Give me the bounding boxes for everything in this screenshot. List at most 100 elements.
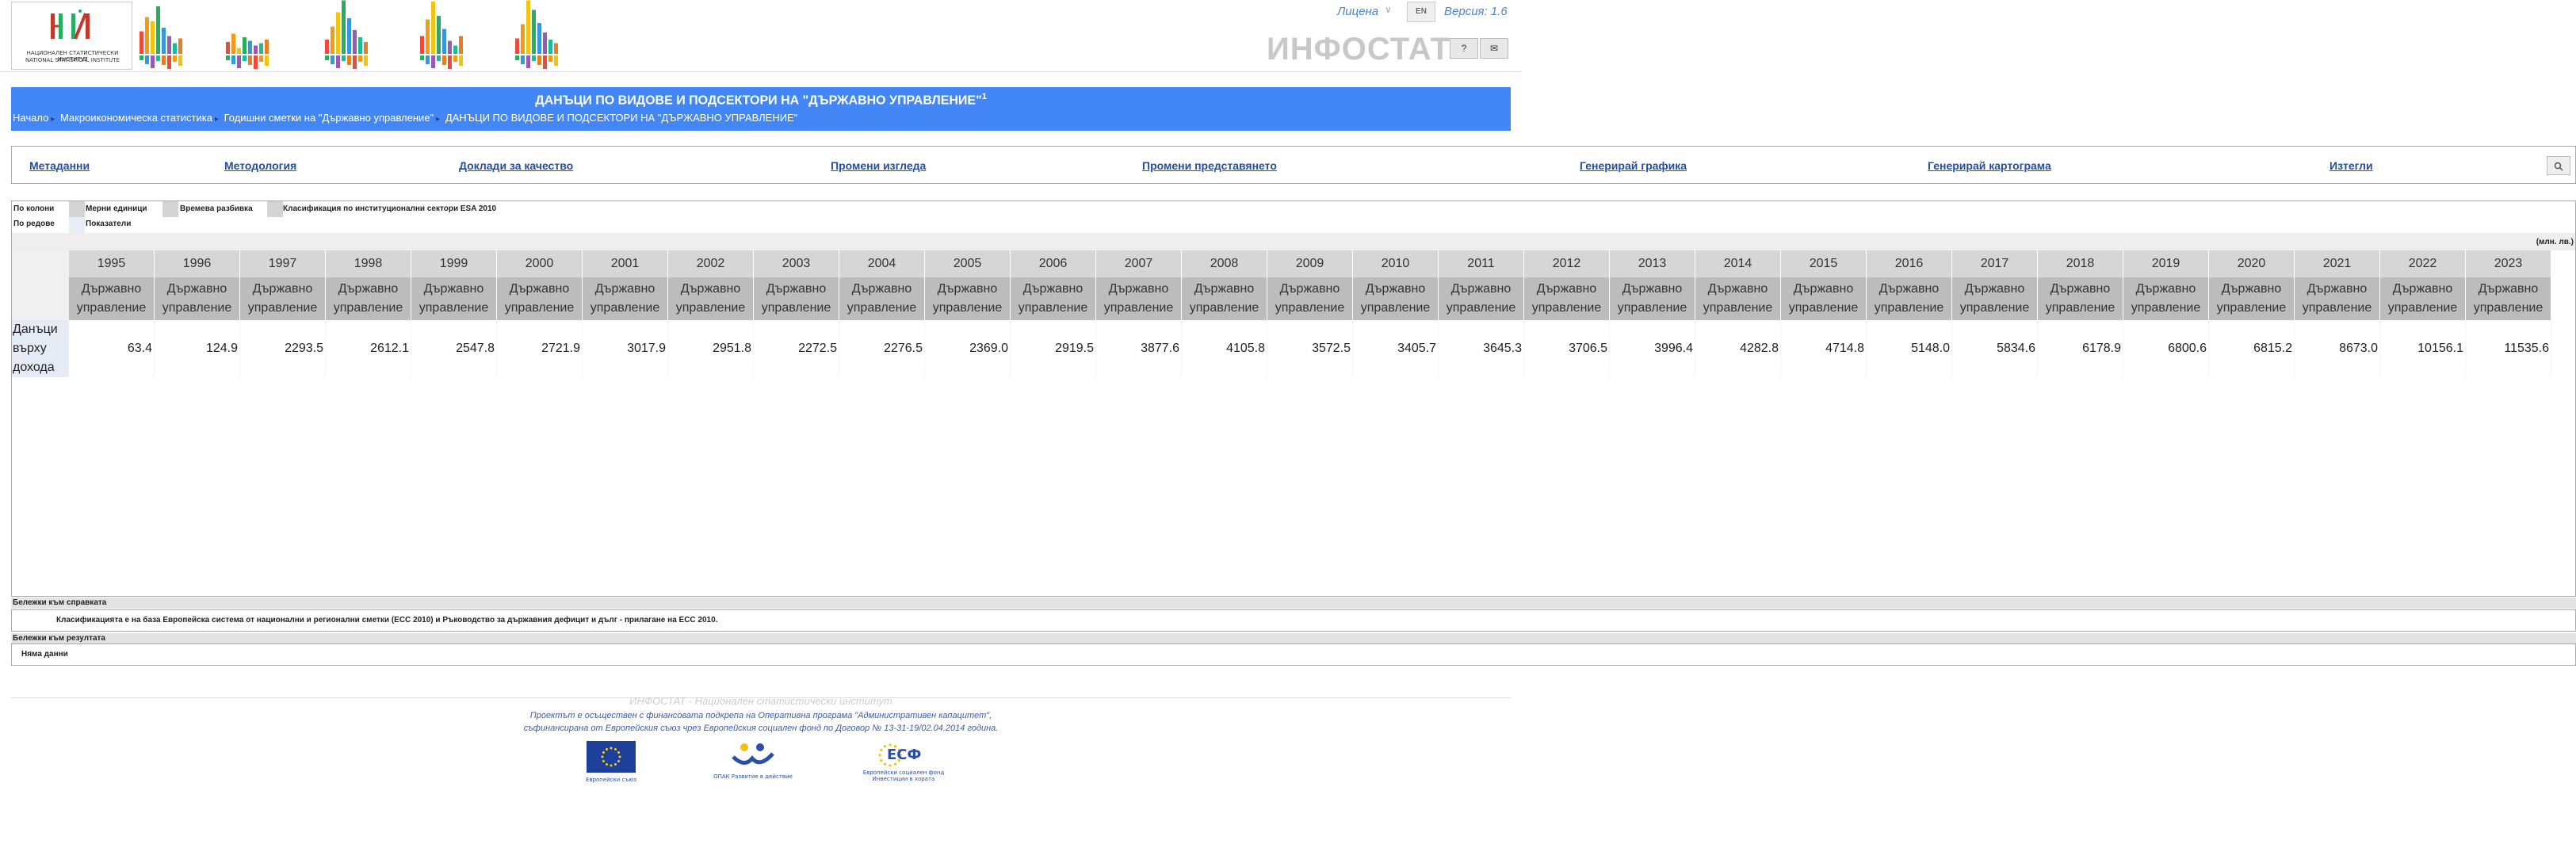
sector-header[interactable]: Държавно управление xyxy=(839,277,925,320)
nsi-logo[interactable]: НАЦИОНАЛЕН СТАТИСТИЧЕСКИ ИНСТИТУТ NATION… xyxy=(11,2,132,70)
dim-chip-sector[interactable] xyxy=(267,201,283,217)
year-header[interactable]: 1999 xyxy=(411,250,497,277)
sector-header[interactable]: Държавно управление xyxy=(1524,277,1610,320)
login-label[interactable]: Лицена xyxy=(1337,5,1378,18)
year-header[interactable]: 2010 xyxy=(1353,250,1439,277)
sector-header[interactable]: Държавно управление xyxy=(1439,277,1524,320)
dim-chip-units[interactable] xyxy=(69,201,85,217)
dim-units[interactable]: Мерни единици xyxy=(86,204,147,213)
breadcrumb-macro[interactable]: Макроикономическа статистика xyxy=(60,112,212,124)
sector-header[interactable]: Държавно управление xyxy=(2038,277,2123,320)
sector-header[interactable]: Държавно управление xyxy=(2295,277,2380,320)
language-button[interactable]: EN xyxy=(1407,2,1435,22)
change-presentation-link[interactable]: Промени представянето xyxy=(1142,159,1277,172)
change-view-link[interactable]: Промени изгледа xyxy=(831,159,926,172)
year-header[interactable]: 2004 xyxy=(839,250,925,277)
decorative-bar xyxy=(231,33,235,54)
mail-button[interactable]: ✉ xyxy=(1480,38,1508,59)
title-footnote[interactable]: 1 xyxy=(982,92,987,101)
sector-header[interactable]: Държавно управление xyxy=(1011,277,1096,320)
year-header[interactable]: 2022 xyxy=(2380,250,2466,277)
breadcrumb-current: ДАНЪЦИ ПО ВИДОВЕ И ПОДСЕКТОРИ НА "ДЪРЖАВ… xyxy=(445,112,798,124)
table-cell: 10156.1 xyxy=(2380,320,2466,377)
star-icon xyxy=(606,763,608,766)
sector-header[interactable]: Държавно управление xyxy=(240,277,326,320)
row-header-income-tax[interactable]: Данъци върху дохода xyxy=(12,320,69,377)
sector-header[interactable]: Държавно управление xyxy=(1267,277,1353,320)
year-header[interactable]: 2012 xyxy=(1524,250,1610,277)
dim-chip-indicators[interactable] xyxy=(69,217,85,233)
sector-header[interactable]: Държавно управление xyxy=(1867,277,1952,320)
dim-time[interactable]: Времева разбивка xyxy=(180,204,253,213)
chevron-down-icon[interactable]: ∨ xyxy=(1385,4,1392,15)
sector-header[interactable]: Държавно управление xyxy=(2466,277,2551,320)
year-header[interactable]: 2021 xyxy=(2295,250,2380,277)
sector-header[interactable]: Държавно управление xyxy=(69,277,155,320)
breadcrumb-annual[interactable]: Годишни сметки на "Държавно управление" xyxy=(224,112,434,124)
year-header[interactable]: 2013 xyxy=(1610,250,1695,277)
sector-header[interactable]: Държавно управление xyxy=(668,277,754,320)
star-icon xyxy=(601,755,604,758)
dim-sector[interactable]: Класификация по институционални сектори … xyxy=(283,204,496,213)
sector-header[interactable]: Държавно управление xyxy=(583,277,668,320)
year-header[interactable]: 2016 xyxy=(1867,250,1952,277)
year-header[interactable]: 1997 xyxy=(240,250,326,277)
year-header[interactable]: 2015 xyxy=(1781,250,1867,277)
eu-logo: Европейски съюз xyxy=(583,741,639,783)
year-header[interactable]: 2020 xyxy=(2209,250,2295,277)
sector-header[interactable]: Държавно управление xyxy=(1695,277,1781,320)
decorative-bar xyxy=(548,40,552,54)
year-header[interactable]: 2003 xyxy=(754,250,839,277)
year-header[interactable]: 2002 xyxy=(668,250,754,277)
year-header[interactable]: 2006 xyxy=(1011,250,1096,277)
year-header[interactable]: 2019 xyxy=(2123,250,2209,277)
sector-header[interactable]: Държавно управление xyxy=(1952,277,2038,320)
quality-reports-link[interactable]: Доклади за качество xyxy=(459,159,573,172)
search-button[interactable] xyxy=(2547,156,2570,175)
sector-header[interactable]: Държавно управление xyxy=(925,277,1011,320)
decorative-bar xyxy=(243,55,247,61)
year-header[interactable]: 2007 xyxy=(1096,250,1182,277)
dim-indicators[interactable]: Показатели xyxy=(86,220,131,228)
sector-header[interactable]: Държавно управление xyxy=(1610,277,1695,320)
sector-header[interactable]: Държавно управление xyxy=(2380,277,2466,320)
year-header[interactable]: 2011 xyxy=(1439,250,1524,277)
year-header[interactable]: 2008 xyxy=(1182,250,1267,277)
year-header[interactable]: 2023 xyxy=(2466,250,2551,277)
dim-chip-time[interactable] xyxy=(162,201,178,217)
generate-map-link[interactable]: Генерирай картограма xyxy=(1928,159,2051,172)
sector-header[interactable]: Държавно управление xyxy=(754,277,839,320)
esf-label: ЕСФ xyxy=(887,747,922,763)
year-header[interactable]: 2005 xyxy=(925,250,1011,277)
year-header[interactable]: 2000 xyxy=(497,250,583,277)
sector-header[interactable]: Държавно управление xyxy=(497,277,583,320)
sector-header[interactable]: Държавно управление xyxy=(2123,277,2209,320)
star-icon xyxy=(883,745,887,748)
breadcrumb-home[interactable]: Начало xyxy=(13,112,48,124)
year-header[interactable]: 2018 xyxy=(2038,250,2123,277)
sector-header-line: управление xyxy=(1446,301,1516,315)
year-header[interactable]: 1998 xyxy=(326,250,411,277)
metadata-link[interactable]: Метаданни xyxy=(29,159,90,172)
opak-caption: ОПАК Развитие в действие xyxy=(713,773,793,780)
sector-header[interactable]: Държавно управление xyxy=(411,277,497,320)
export-link[interactable]: Изтегли xyxy=(2329,159,2373,172)
year-header[interactable]: 2001 xyxy=(583,250,668,277)
sector-header-line: Държавно xyxy=(851,282,912,296)
sector-header[interactable]: Държавно управление xyxy=(2209,277,2295,320)
methodology-link[interactable]: Методология xyxy=(224,159,296,172)
year-header[interactable]: 2017 xyxy=(1952,250,2038,277)
decorative-bar xyxy=(526,55,530,68)
sector-header[interactable]: Държавно управление xyxy=(1781,277,1867,320)
year-header[interactable]: 2009 xyxy=(1267,250,1353,277)
sector-header[interactable]: Държавно управление xyxy=(1182,277,1267,320)
generate-chart-link[interactable]: Генерирай графика xyxy=(1580,159,1687,172)
help-button[interactable]: ? xyxy=(1450,38,1478,59)
sector-header[interactable]: Държавно управление xyxy=(1096,277,1182,320)
sector-header[interactable]: Държавно управление xyxy=(1353,277,1439,320)
sector-header[interactable]: Държавно управление xyxy=(155,277,240,320)
sector-header[interactable]: Държавно управление xyxy=(326,277,411,320)
year-header[interactable]: 1996 xyxy=(155,250,240,277)
year-header[interactable]: 2014 xyxy=(1695,250,1781,277)
year-header[interactable]: 1995 xyxy=(69,250,155,277)
